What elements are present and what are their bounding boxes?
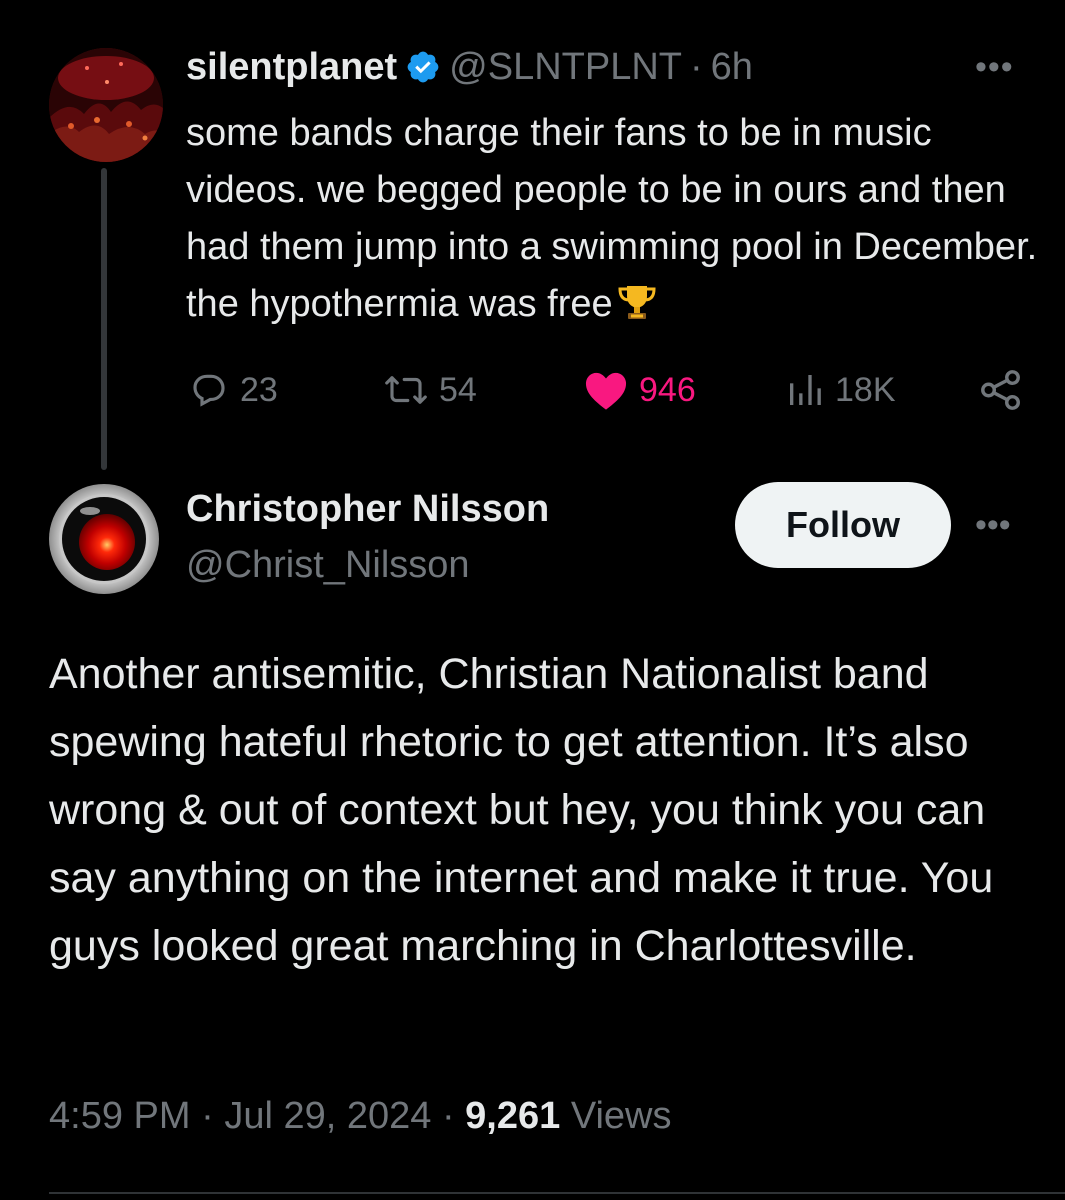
meta-separator: ·	[201, 1095, 214, 1137]
tweet-thread: silentplanet @SLNTPLNT · 6h ••• some ban…	[0, 0, 1065, 1200]
verified-badge-icon	[405, 49, 441, 85]
follow-button[interactable]: Follow	[735, 482, 951, 568]
reply-text: Another antisemitic, Christian Nationali…	[49, 650, 994, 970]
silentplanet-avatar[interactable]	[49, 48, 163, 162]
header-separator: ·	[690, 45, 703, 88]
share-button[interactable]	[978, 362, 1024, 418]
reply-button[interactable]: 23	[188, 362, 278, 418]
reply-more-options-icon[interactable]: •••	[975, 508, 1027, 542]
reply-time[interactable]: 4:59 PM	[49, 1095, 191, 1137]
christopher-nilsson-avatar[interactable]	[49, 484, 159, 594]
trophy-icon	[617, 282, 657, 322]
lens-glint	[80, 507, 100, 515]
reply-date[interactable]: Jul 29, 2024	[224, 1095, 431, 1137]
reply-metadata: 4:59 PM · Jul 29, 2024 · 9,261 Views	[49, 1095, 672, 1138]
tweet-header: silentplanet @SLNTPLNT · 6h	[186, 44, 753, 90]
meta-separator-2: ·	[441, 1095, 455, 1137]
red-eye-lens-icon	[79, 514, 135, 570]
tweet-time[interactable]: 6h	[711, 46, 753, 89]
bottom-divider	[49, 1192, 1065, 1194]
retweet-icon	[385, 376, 427, 404]
reply-views-count: 9,261	[465, 1095, 561, 1137]
share-icon	[981, 370, 1020, 410]
reply-count: 23	[240, 370, 278, 409]
reply-views-label: Views	[570, 1095, 672, 1137]
tweet-text: some bands charge their fans to be in mu…	[186, 105, 1046, 333]
reply-author-name[interactable]: Christopher Nilsson	[186, 488, 549, 531]
author-handle[interactable]: @SLNTPLNT	[449, 46, 682, 89]
avatar-ring	[59, 494, 149, 584]
views-count: 18K	[835, 370, 896, 409]
thread-connector-line	[101, 168, 107, 470]
tweet-body: some bands charge their fans to be in mu…	[186, 112, 1038, 325]
more-options-icon[interactable]: •••	[975, 50, 1027, 84]
like-count: 946	[639, 370, 696, 409]
views-button[interactable]: 18K	[785, 362, 896, 418]
retweet-count: 54	[439, 370, 477, 409]
tweet-actions-bar: 23 54 946 18K	[0, 362, 1065, 418]
like-button[interactable]: 946	[583, 362, 696, 418]
reply-icon	[193, 374, 225, 407]
reply-author-handle[interactable]: @Christ_Nilsson	[186, 544, 470, 587]
author-name[interactable]: silentplanet	[186, 46, 397, 89]
views-chart-icon	[790, 375, 821, 405]
heart-icon	[585, 372, 627, 410]
retweet-button[interactable]: 54	[383, 362, 477, 418]
